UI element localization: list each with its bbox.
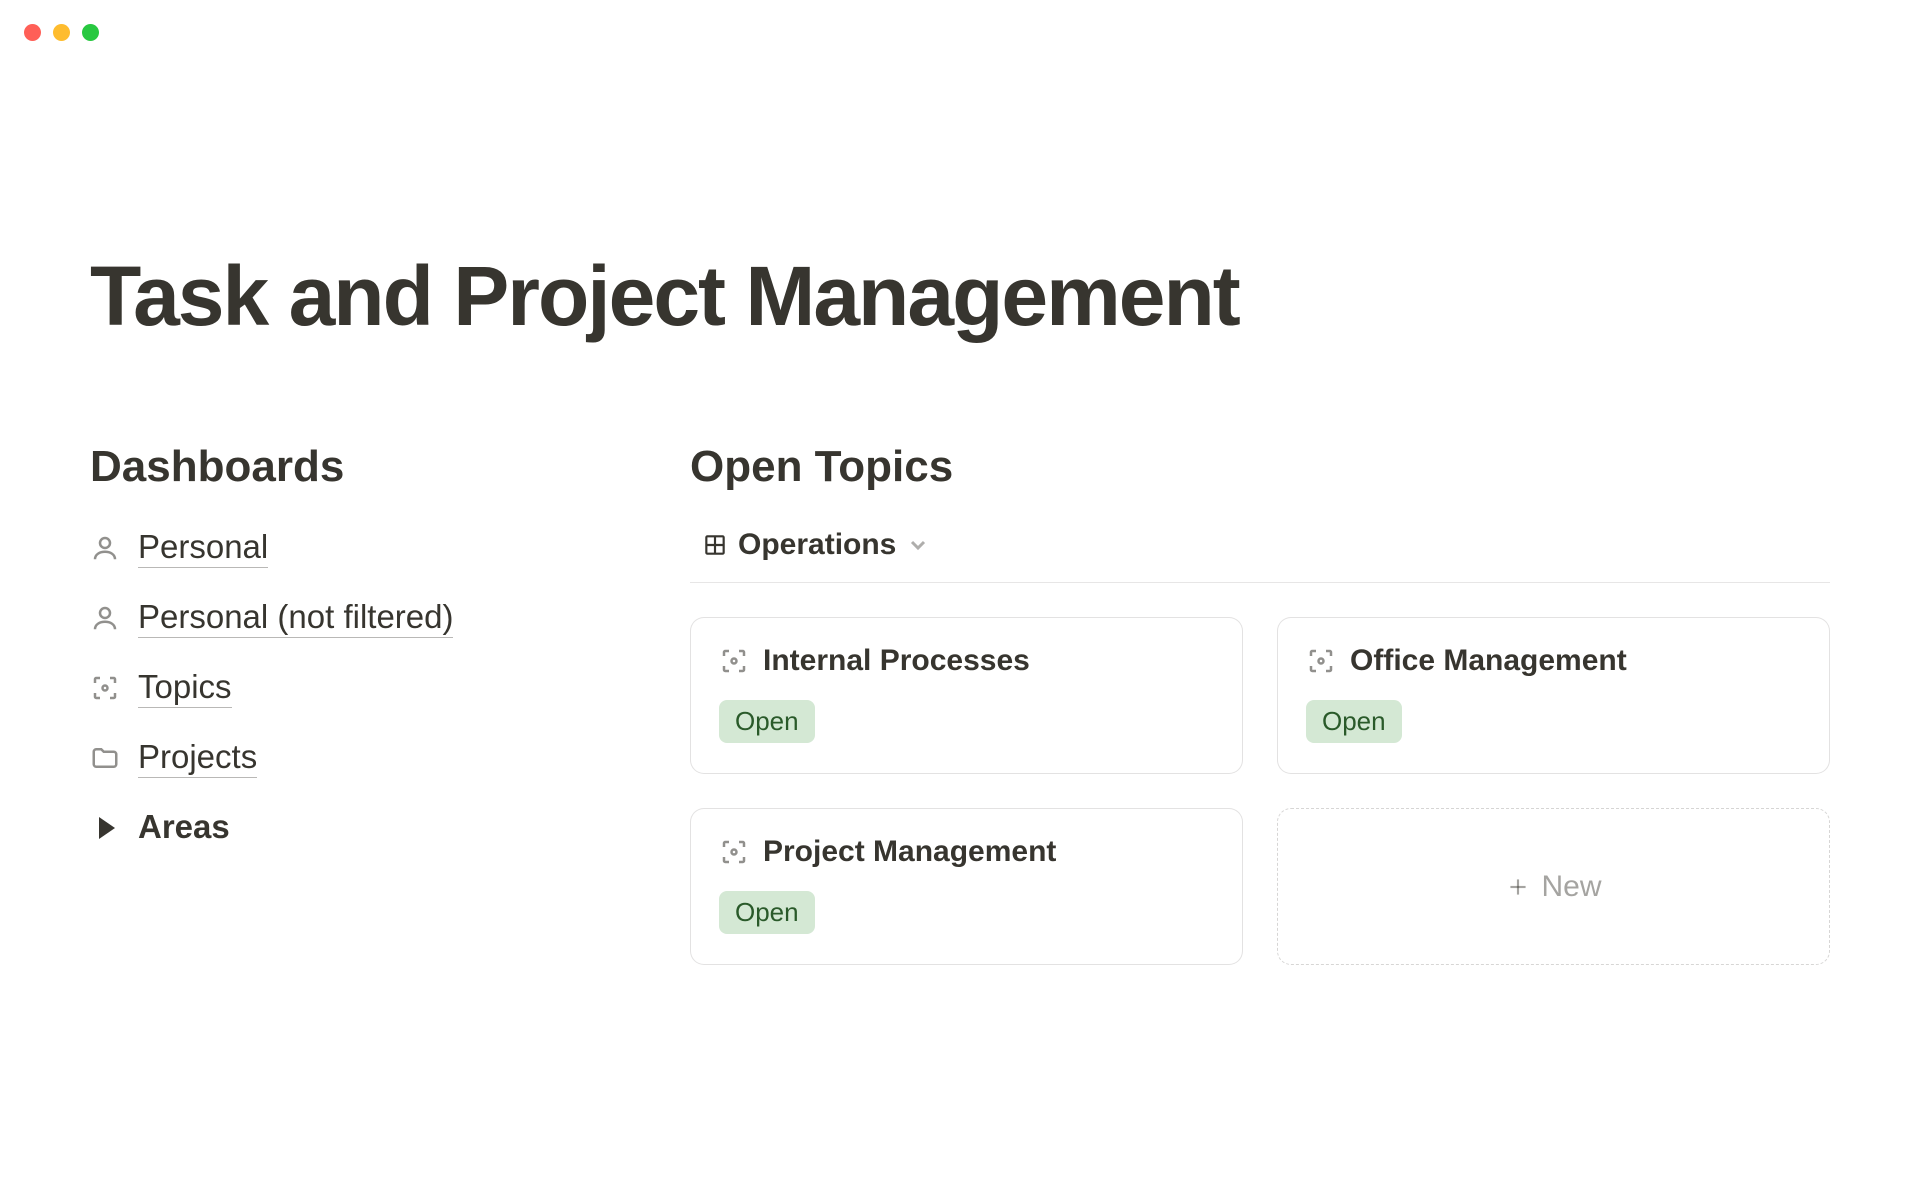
sidebar-item-projects[interactable]: Projects — [90, 738, 630, 778]
sidebar-item-label: Personal — [138, 528, 268, 568]
card-title: Office Management — [1350, 644, 1627, 678]
scan-icon — [719, 646, 749, 676]
scan-icon — [90, 673, 120, 703]
sidebar-item-personal-unfiltered[interactable]: Personal (not filtered) — [90, 598, 630, 638]
topic-card[interactable]: Project Management Open — [690, 808, 1243, 965]
status-badge: Open — [1306, 700, 1402, 743]
minimize-window-icon[interactable] — [53, 24, 70, 41]
window-traffic-lights — [24, 24, 99, 41]
dashboards-panel: Dashboards Personal Personal (not filter… — [90, 442, 630, 965]
maximize-window-icon[interactable] — [82, 24, 99, 41]
dashboards-heading: Dashboards — [90, 442, 630, 492]
grid-icon — [702, 532, 728, 558]
plus-icon — [1505, 874, 1531, 900]
sidebar-item-personal[interactable]: Personal — [90, 528, 630, 568]
status-badge: Open — [719, 891, 815, 934]
new-card-label: New — [1541, 870, 1601, 904]
person-icon — [90, 533, 120, 563]
sidebar-item-label: Topics — [138, 668, 232, 708]
chevron-down-icon — [906, 533, 930, 557]
view-selector[interactable]: Operations — [690, 528, 1830, 583]
person-icon — [90, 603, 120, 633]
status-badge: Open — [719, 700, 815, 743]
new-card-button[interactable]: New — [1277, 808, 1830, 965]
scan-icon — [1306, 646, 1336, 676]
topic-card[interactable]: Office Management Open — [1277, 617, 1830, 774]
sidebar-item-label: Personal (not filtered) — [138, 598, 453, 638]
topic-card[interactable]: Internal Processes Open — [690, 617, 1243, 774]
folder-icon — [90, 743, 120, 773]
card-title: Project Management — [763, 835, 1056, 869]
disclosure-triangle-icon[interactable] — [90, 813, 120, 843]
open-topics-panel: Open Topics Operations Internal Proce — [690, 442, 1830, 965]
sidebar-item-areas[interactable]: Areas — [90, 808, 630, 847]
scan-icon — [719, 837, 749, 867]
view-label: Operations — [738, 528, 896, 562]
page-title: Task and Project Management — [90, 250, 1830, 342]
card-title: Internal Processes — [763, 644, 1030, 678]
close-window-icon[interactable] — [24, 24, 41, 41]
sidebar-item-label: Projects — [138, 738, 257, 778]
open-topics-heading: Open Topics — [690, 442, 1830, 492]
sidebar-item-label: Areas — [138, 808, 230, 847]
sidebar-item-topics[interactable]: Topics — [90, 668, 630, 708]
